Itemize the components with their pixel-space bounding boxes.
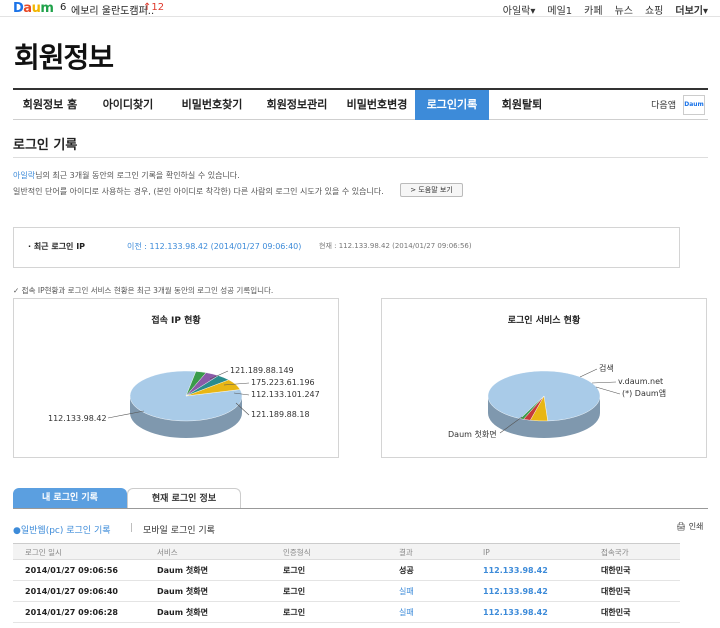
slice-label: v.daum.net xyxy=(618,377,663,386)
news-link[interactable]: 뉴스 xyxy=(615,2,633,17)
leader-line xyxy=(591,381,617,384)
table-row: 2014/01/27 09:06:40 Daum 첫화면 로그인 실패 112.… xyxy=(13,581,680,602)
filter-separator: | xyxy=(130,523,134,533)
country: 대한민국 xyxy=(601,587,631,596)
print-button[interactable]: 🖨 인쇄 xyxy=(676,521,703,532)
current-login: 현재 : 112.133.98.42 (2014/01/27 09:06:56) xyxy=(319,242,472,250)
table-row: 2014/01/27 09:06:56 Daum 첫화면 로그인 성공 112.… xyxy=(13,560,680,581)
ip-link[interactable]: 112.133.98.42 xyxy=(483,602,548,623)
tab-member-home[interactable]: 회원정보 홈 xyxy=(13,90,87,120)
tab-my-login-history[interactable]: 내 로그인 기록 xyxy=(13,488,127,509)
login-time: 2014/01/27 09:06:56 xyxy=(25,566,118,575)
page-title: 회원정보 xyxy=(14,41,114,74)
mail-link[interactable]: 메일1 xyxy=(547,2,572,17)
issue-rank: 6 xyxy=(60,2,67,13)
slice-label: (*) Daum앱 xyxy=(622,389,666,398)
divider xyxy=(13,157,708,158)
slice-label: 175.223.61.196 xyxy=(251,378,315,387)
result-link[interactable]: 실패 xyxy=(399,581,414,602)
filter-mobile-login[interactable]: 모바일 로그인 기록 xyxy=(143,523,215,536)
ip-chart-box: 접속 IP 현황 112.133.98.42 121.189.88.149 175.… xyxy=(13,298,339,458)
result-link[interactable]: 실패 xyxy=(399,602,414,623)
column-header: 결과 xyxy=(399,548,413,557)
table-row: 2014/01/27 09:06:28 Daum 첫화면 로그인 실패 112.… xyxy=(13,602,680,623)
login-time: 2014/01/27 09:06:28 xyxy=(25,608,118,617)
leader-line xyxy=(579,368,598,378)
notice-text: ✓ 접속 IP현황과 로그인 서비스 현황은 최근 3개월 동안의 로그인 성공… xyxy=(13,286,274,295)
top-bar: Daum 6 에보리 울란도캠퍼.. ↑12 아일락▾ 메일1 카페 뉴스 쇼핑… xyxy=(0,0,720,17)
tab-change-password[interactable]: 비밀번호변경 xyxy=(339,90,415,120)
daum-logo[interactable]: Daum xyxy=(13,1,54,16)
recent-login-label: · 최근 로그인 IP xyxy=(28,242,86,251)
daum-app-icon[interactable]: Daum xyxy=(683,95,705,115)
service: Daum 첫화면 xyxy=(157,566,208,575)
slice-label: 검색 xyxy=(599,363,614,373)
main-tabs: 회원정보 홈 아이디찾기 비밀번호찾기 회원정보관리 비밀번호변경 로그인기록 … xyxy=(13,88,708,120)
login-time: 2014/01/27 09:06:40 xyxy=(25,587,118,596)
tab-login-history[interactable]: 로그인기록 xyxy=(415,90,489,120)
rank-change: ↑12 xyxy=(143,2,165,13)
column-header: 접속국가 xyxy=(601,548,629,557)
service-pie-chart: Daum 첫화면 검색 v.daum.net (*) Daum앱 xyxy=(448,363,666,439)
slice-label: 121.189.88.149 xyxy=(230,366,294,375)
result: 성공 xyxy=(399,566,414,575)
column-header: 로그인 일시 xyxy=(25,548,62,557)
shopping-link[interactable]: 쇼핑 xyxy=(645,2,663,17)
slice-label: 112.133.101.247 xyxy=(251,390,320,399)
country: 대한민국 xyxy=(601,608,631,617)
user-name: 아일락 xyxy=(13,171,36,180)
table-header: 로그인 일시 서비스 인증형식 결과 IP 접속국가 xyxy=(13,543,680,560)
description-line-1: 아일락님의 최근 3개월 동안의 로그인 기록을 확인하실 수 있습니다. xyxy=(13,171,240,180)
auth-type: 로그인 xyxy=(283,608,306,617)
section-title: 로그인 기록 xyxy=(13,138,78,153)
login-history-table: 로그인 일시 서비스 인증형식 결과 IP 접속국가 2014/01/27 09… xyxy=(13,543,680,623)
more-menu[interactable]: 더보기▾ xyxy=(675,2,708,17)
service-chart-box: 로그인 서비스 현황 Daum 첫화면 검색 v.daum.net (*) Daum앱 xyxy=(381,298,707,458)
top-links: 아일락▾ 메일1 카페 뉴스 쇼핑 더보기▾ xyxy=(503,2,708,17)
ip-link[interactable]: 112.133.98.42 xyxy=(483,560,548,581)
tab-withdraw[interactable]: 회원탈퇴 xyxy=(489,90,555,120)
issue-link[interactable]: 에보리 울란도캠퍼.. xyxy=(71,2,154,17)
recent-login-box: · 최근 로그인 IP 이전 : 112.133.98.42 (2014/01/… xyxy=(13,227,680,268)
auth-type: 로그인 xyxy=(283,587,306,596)
description-line-2: 일반적인 단어를 아이디로 사용하는 경우, (본인 아이디로 착각한) 다른 … xyxy=(13,187,384,196)
column-header: 서비스 xyxy=(157,548,178,557)
previous-login: 이전 : 112.133.98.42 (2014/01/27 09:06:40) xyxy=(127,242,302,251)
tab-find-password[interactable]: 비밀번호찾기 xyxy=(169,90,255,120)
slice-label: Daum 첫화면 xyxy=(448,429,497,439)
tab-manage-info[interactable]: 회원정보관리 xyxy=(255,90,339,120)
tab-find-id[interactable]: 아이디찾기 xyxy=(87,90,169,120)
divider xyxy=(13,508,708,509)
user-menu[interactable]: 아일락▾ xyxy=(503,2,536,17)
filter-pc-login[interactable]: ●일반웹(pc) 로그인 기록 xyxy=(13,523,111,536)
service: Daum 첫화면 xyxy=(157,608,208,617)
slice-label: 121.189.88.18 xyxy=(251,410,310,419)
country: 대한민국 xyxy=(601,566,631,575)
auth-type: 로그인 xyxy=(283,566,306,575)
cafe-link[interactable]: 카페 xyxy=(584,2,602,17)
service: Daum 첫화면 xyxy=(157,587,208,596)
slice-label: 112.133.98.42 xyxy=(48,414,107,423)
column-header: IP xyxy=(483,548,490,557)
tab-current-login-info[interactable]: 현재 로그인 정보 xyxy=(127,488,241,509)
column-header: 인증형식 xyxy=(283,548,311,557)
other-apps-label: 다음앱 xyxy=(651,101,676,111)
ip-link[interactable]: 112.133.98.42 xyxy=(483,581,548,602)
help-button[interactable]: > 도움말 보기 xyxy=(400,183,463,197)
ip-pie-chart: 112.133.98.42 121.189.88.149 175.223.61.19… xyxy=(48,366,320,438)
